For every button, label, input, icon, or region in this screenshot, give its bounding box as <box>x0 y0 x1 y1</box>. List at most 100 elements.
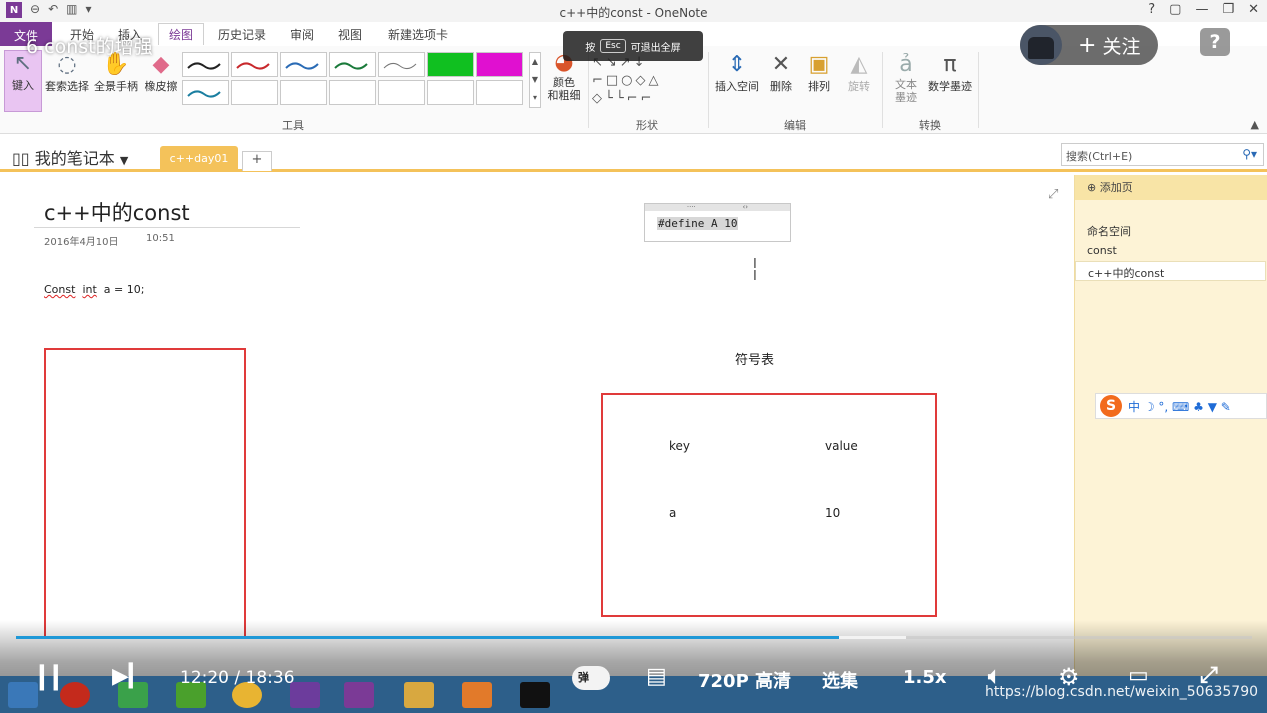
onenote-taskbar-icon[interactable] <box>344 682 374 708</box>
explorer-icon[interactable] <box>404 682 434 708</box>
ink-to-text-label: 文本 墨迹 <box>895 78 917 104</box>
pen-stroke-icon <box>285 62 319 70</box>
tab-review[interactable]: 审阅 <box>290 26 314 43</box>
progress-bar[interactable] <box>16 636 1252 639</box>
pen-green[interactable] <box>329 52 376 77</box>
pen-empty[interactable] <box>280 80 327 105</box>
plus-icon: + <box>1078 32 1097 58</box>
group-label-shapes: 形状 <box>636 119 658 132</box>
episodes-button[interactable]: 选集 <box>822 667 858 693</box>
add-page-label: 添加页 <box>1099 181 1133 194</box>
start-icon[interactable] <box>8 682 38 708</box>
page-list-item[interactable]: const <box>1075 241 1266 261</box>
pen-teal[interactable] <box>182 80 229 105</box>
expand-icon[interactable]: ⤢ <box>1048 187 1058 202</box>
danmaku-settings-icon[interactable]: ▤ <box>646 664 667 689</box>
minimize-icon[interactable]: — <box>1195 2 1208 17</box>
quality-selector[interactable]: 720P 高清 <box>698 667 791 693</box>
add-section-button[interactable]: + <box>242 151 272 171</box>
page-list-item-selected[interactable]: c++中的const <box>1075 261 1266 281</box>
pause-icon[interactable]: ▎▎ <box>40 666 71 691</box>
pen-gallery-scroll[interactable]: ▲ ▼ ▾ <box>529 52 541 108</box>
page-title[interactable]: c++中的const <box>44 197 190 227</box>
note-code-line[interactable]: Const int a = 10; <box>44 283 144 296</box>
define-code: #define A 10 <box>657 217 739 230</box>
pen-stroke-icon <box>187 90 221 98</box>
progress-played <box>16 636 840 639</box>
ink-to-math-button[interactable]: π 数学墨迹 <box>926 52 974 94</box>
fullscreen-exit-toast: 按 Esc 可退出全屏 <box>563 31 703 61</box>
pen-empty[interactable] <box>231 80 278 105</box>
tab-new[interactable]: 新建选项卡 <box>388 26 448 43</box>
tab-view[interactable]: 视图 <box>338 26 362 43</box>
eraser-label: 橡皮擦 <box>144 80 178 93</box>
type-label: 键入 <box>12 79 34 92</box>
esc-key-icon: Esc <box>600 39 626 53</box>
pen-red[interactable] <box>231 52 278 77</box>
next-icon[interactable]: ▶▎ <box>112 664 146 689</box>
close-icon[interactable]: ✕ <box>1248 2 1259 17</box>
ribbon-display-icon[interactable]: ▢ <box>1169 2 1181 17</box>
symbol-table-box: key value a 10 <box>601 393 937 617</box>
pen-empty[interactable] <box>329 80 376 105</box>
rotate-button[interactable]: ◭ 旋转 <box>844 52 874 94</box>
danmaku-toggle[interactable]: 弹 <box>572 666 610 690</box>
notebook-selector[interactable]: ▯▯ 我的笔记本 ▼ <box>12 145 128 169</box>
type-button[interactable]: ↖ 键入 <box>4 50 42 112</box>
current-time: 12:20 <box>180 668 229 688</box>
group-separator <box>882 52 883 128</box>
arrange-button[interactable]: ▣ 排列 <box>804 52 834 94</box>
highlighter-magenta[interactable] <box>476 52 523 77</box>
group-label-convert: 转换 <box>919 119 941 132</box>
cmd-icon[interactable] <box>520 682 550 708</box>
time-separator: / <box>234 668 241 688</box>
note-word: int <box>82 283 97 296</box>
insert-space-button[interactable]: ⇕ 插入空间 <box>712 52 762 94</box>
delete-x-icon: ✕ <box>771 52 791 77</box>
collapse-ribbon-icon[interactable]: ▲ <box>1251 118 1259 131</box>
highlighter-green[interactable] <box>427 52 474 77</box>
page-canvas[interactable]: c++中的const 2016年4月10日 10:51 Const int a … <box>0 175 1074 680</box>
search-input[interactable]: 搜索(Ctrl+E) ⚲▾ <box>1061 143 1264 166</box>
pen-blue[interactable] <box>280 52 327 77</box>
search-placeholder: 搜索(Ctrl+E) <box>1066 150 1133 163</box>
insert-space-icon: ⇕ <box>727 52 747 77</box>
speed-selector[interactable]: 1.5x <box>903 667 947 688</box>
add-page-button[interactable]: ⊕ 添加页 <box>1075 175 1267 200</box>
toast-text: 可退出全屏 <box>630 42 681 54</box>
help-button[interactable]: ? <box>1200 28 1230 56</box>
sogou-logo-icon: S <box>1100 395 1122 417</box>
note-text: a = 10; <box>103 283 145 296</box>
pen-black[interactable] <box>182 52 229 77</box>
shape-gallery[interactable]: ↖↘↗↓ ⌐□○◇△ ◇└└⌐⌐ <box>592 54 702 108</box>
tab-history[interactable]: 历史记录 <box>218 26 266 43</box>
pen-empty[interactable] <box>427 80 474 105</box>
avatar <box>1020 25 1062 65</box>
pen-gray[interactable] <box>378 52 425 77</box>
arrange-label: 排列 <box>808 80 830 93</box>
note-container[interactable]: ···· ‹› #define A 10 <box>644 203 791 242</box>
section-tab[interactable]: c++day01 <box>160 146 238 172</box>
pen-empty[interactable] <box>378 80 425 105</box>
lasso-label: 套索选择 <box>45 80 89 93</box>
note-word: Const <box>44 283 76 296</box>
restore-icon[interactable]: ❐ <box>1222 2 1234 17</box>
tab-draw[interactable]: 绘图 <box>158 23 205 45</box>
help-icon[interactable]: ? <box>1148 2 1155 17</box>
container-handle[interactable]: ···· ‹› <box>645 204 790 211</box>
search-icon[interactable]: ⚲▾ <box>1242 147 1257 161</box>
video-title: 6 const的增强 <box>26 36 153 58</box>
group-label-tools: 工具 <box>282 119 304 132</box>
app-icon[interactable] <box>462 682 492 708</box>
ink-to-text-button[interactable]: ả 文本 墨迹 <box>890 52 922 104</box>
table-header-key: key <box>669 439 691 453</box>
group-label-edit: 编辑 <box>784 119 806 132</box>
follow-button[interactable]: + 关注 <box>1020 25 1158 65</box>
table-cell-value: 10 <box>825 506 841 520</box>
pi-icon: π <box>943 52 957 77</box>
page-list-item[interactable]: 命名空间 <box>1075 220 1266 240</box>
delete-button[interactable]: ✕ 删除 <box>766 52 796 94</box>
pen-empty[interactable] <box>476 80 523 105</box>
ime-toolbar[interactable]: S 中 ☽ °, ⌨ ♣ ▼ ✎ <box>1095 393 1267 419</box>
table-header-value: value <box>825 439 858 453</box>
